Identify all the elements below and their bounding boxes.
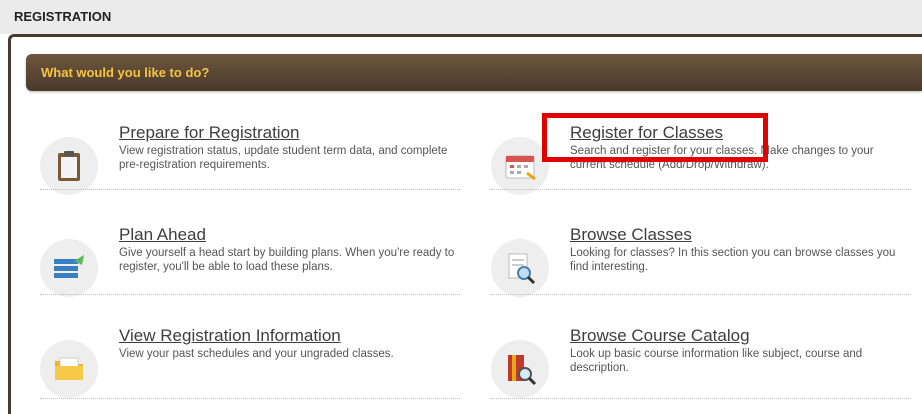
tile-description: Looking for classes? In this section you… — [570, 247, 896, 273]
tile-title[interactable]: Browse Classes — [570, 225, 692, 245]
document-search-icon — [491, 239, 549, 297]
tile-title[interactable]: Plan Ahead — [119, 225, 206, 245]
tile-browse-classes[interactable]: Browse Classes Looking for classes? In t… — [491, 225, 916, 305]
tile-prepare-for-registration[interactable]: Prepare for Registration View registrati… — [40, 123, 465, 203]
tile-description: Give yourself a head start by building p… — [119, 247, 455, 273]
section-banner: What would you like to do? — [26, 54, 922, 91]
divider — [40, 189, 460, 190]
tile-title[interactable]: View Registration Information — [119, 326, 341, 346]
tile-description: View registration status, update student… — [119, 145, 448, 171]
tile-description: Look up basic course information like su… — [570, 348, 863, 374]
tile-description: View your past schedules and your ungrad… — [119, 348, 394, 360]
divider — [491, 398, 911, 399]
banner-text: What would you like to do? — [41, 65, 210, 80]
clipboard-icon — [40, 137, 98, 195]
divider — [491, 189, 911, 190]
top-bar: REGISTRATION — [0, 0, 922, 34]
calendar-icon — [491, 137, 549, 195]
divider — [40, 398, 460, 399]
tile-view-registration-information[interactable]: View Registration Information View your … — [40, 326, 465, 406]
tile-title[interactable]: Prepare for Registration — [119, 123, 299, 143]
catalog-search-icon — [491, 340, 549, 398]
page-title: REGISTRATION — [14, 9, 112, 24]
folder-icon — [40, 340, 98, 398]
tile-plan-ahead[interactable]: Plan Ahead Give yourself a head start by… — [40, 225, 465, 305]
tile-browse-course-catalog[interactable]: Browse Course Catalog Look up basic cour… — [491, 326, 916, 406]
highlight-box — [542, 113, 768, 162]
tile-title[interactable]: Browse Course Catalog — [570, 326, 750, 346]
divider — [491, 294, 911, 295]
divider — [40, 294, 460, 295]
list-plan-icon — [40, 239, 98, 297]
